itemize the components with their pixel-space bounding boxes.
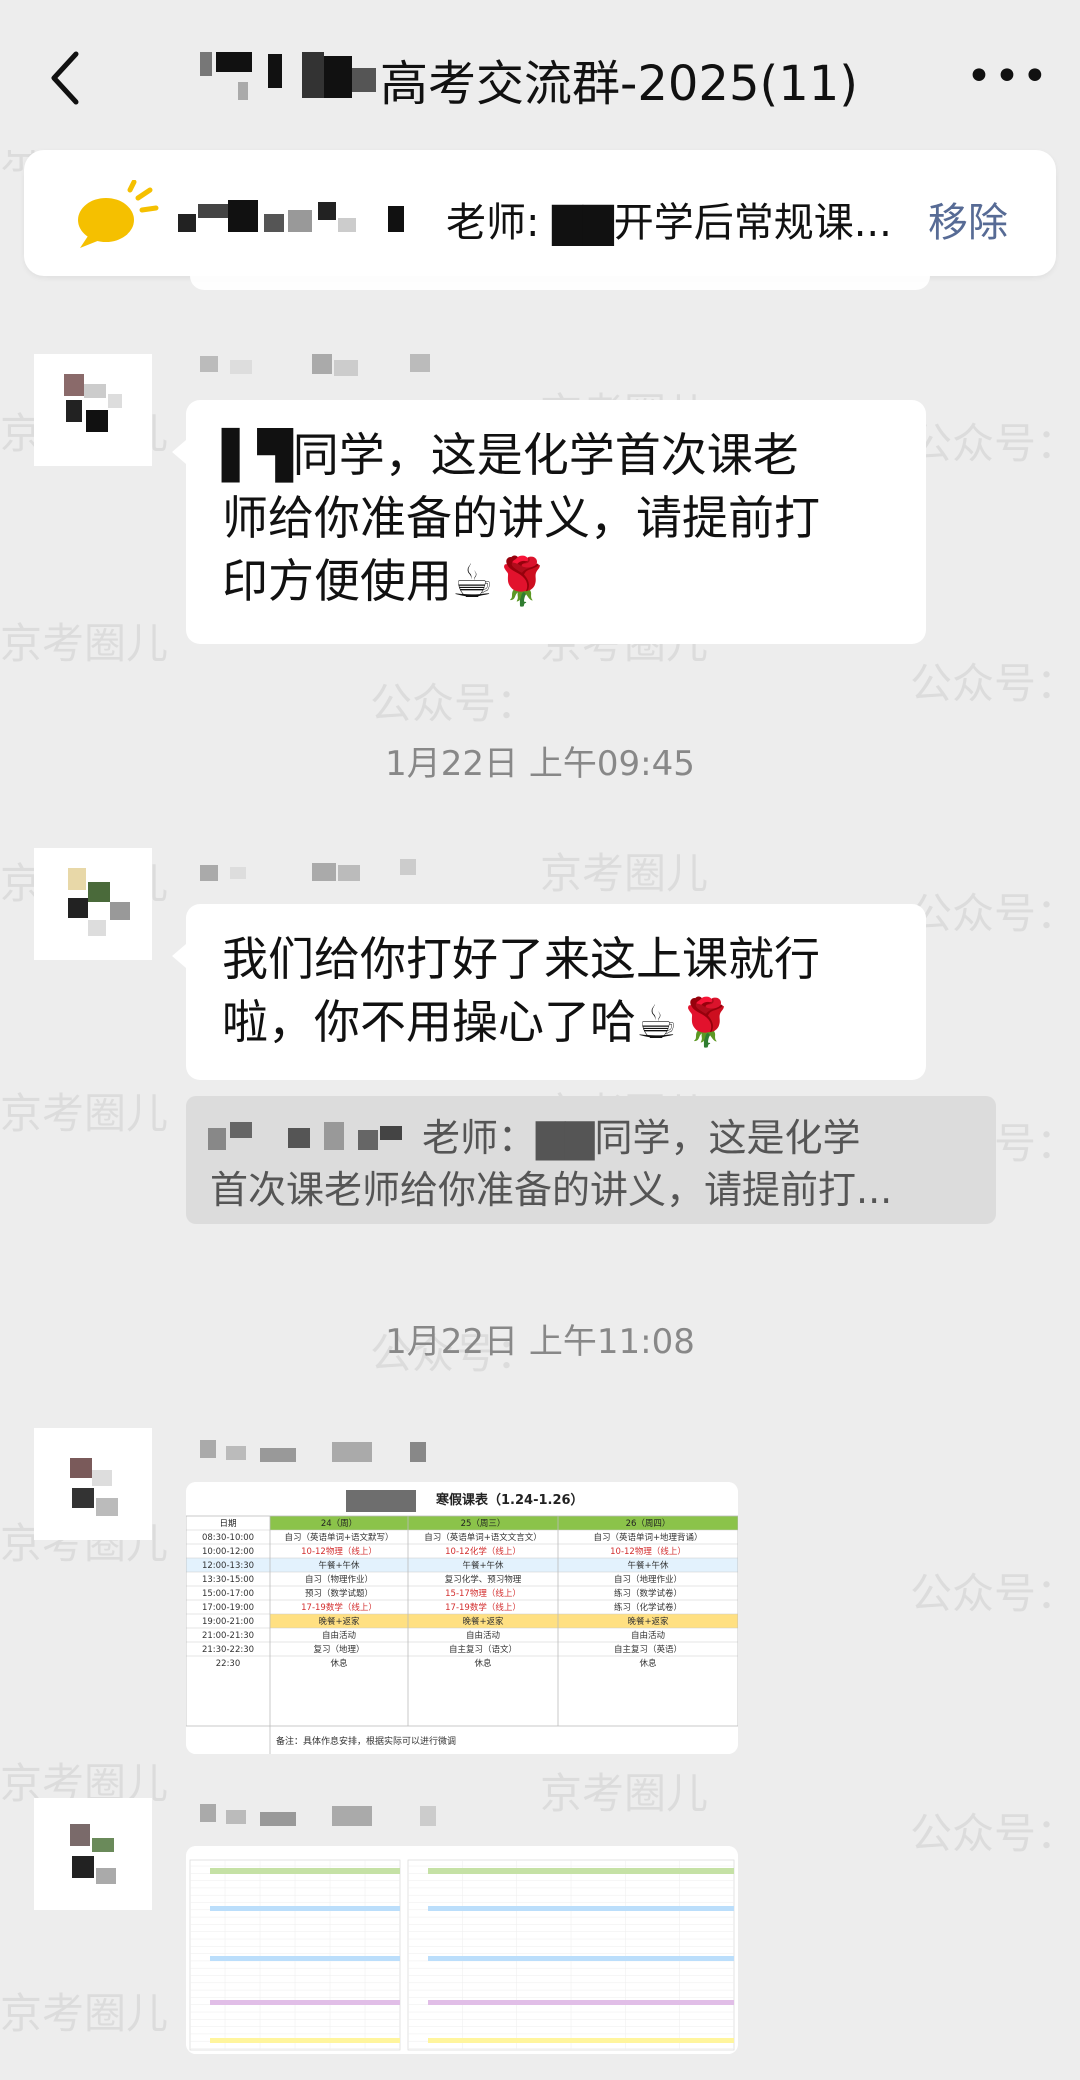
avatar[interactable]: [34, 354, 152, 466]
schedule-cell: 13:30-15:00: [202, 1575, 254, 1585]
watermark: 京考圈儿: [0, 1089, 169, 1138]
schedule-cell: 15-17物理（线上）: [445, 1588, 521, 1599]
timestamp: 1月22日 上午09:45: [385, 744, 695, 784]
watermark: 公众号：: [910, 659, 1079, 708]
schedule-note: 备注：具体作息安排，根据实际可以进行微调: [276, 1735, 456, 1747]
watermark: 公众号：: [370, 679, 539, 728]
schedule-cell: 08:30-10:00: [202, 1533, 254, 1543]
schedule-cell: 自习（英语单词+语文默写）: [284, 1532, 393, 1543]
redacted-name: [178, 200, 404, 232]
schedule-cell: 休息: [474, 1658, 492, 1669]
message-bubble[interactable]: 我们给你打好了来这上课就行 啦，你不用操心了哈☕🌹: [172, 904, 926, 1080]
sender-name: [200, 354, 430, 376]
schedule-cell: 12:00-13:30: [202, 1561, 254, 1571]
megaphone-icon: [78, 180, 159, 248]
pinned-stack-edge: [190, 276, 930, 290]
schedule-cell: 自由活动: [631, 1630, 666, 1641]
schedule-cell: 自习（地理作业）: [614, 1574, 682, 1585]
message-line: 师给你准备的讲义，请提前打: [222, 491, 820, 545]
schedule-cell: 17:00-19:00: [202, 1603, 254, 1613]
schedule-cell: 21:00-21:30: [202, 1631, 254, 1641]
watermark: 公众号：: [910, 1569, 1079, 1618]
schedule-cell: 21:30-22:30: [202, 1645, 254, 1655]
pinned-announcement[interactable]: 老师: ▇▇开学后常规课... 移除: [24, 150, 1056, 276]
schedule-cell: 自习（英语单词+语文文言文）: [424, 1532, 542, 1543]
watermark: 公众号：: [910, 889, 1079, 938]
avatar[interactable]: [34, 1428, 152, 1540]
schedule-cell: 午餐+午休: [462, 1560, 504, 1571]
schedule-cell: 午餐+午休: [627, 1560, 669, 1571]
watermark: 京考圈儿: [0, 1989, 169, 2038]
watermark: 京考圈儿: [0, 619, 169, 668]
message-line: 我们给你打好了来这上课就行: [222, 932, 820, 986]
schedule-grid-thumbnail: [186, 1846, 738, 2054]
schedule-cell: 22:30: [216, 1659, 241, 1669]
chat-header: 高考交流群-2025(11) •••: [0, 0, 1080, 150]
chat-title: 高考交流群-2025(11): [380, 56, 859, 112]
quote-line: 首次课老师给你准备的讲义，请提前打...: [210, 1168, 893, 1212]
schedule-cell: 24（周）: [321, 1518, 357, 1529]
schedule-cell: 自主复习（英语）: [614, 1644, 682, 1655]
avatar[interactable]: [34, 1798, 152, 1910]
schedule-cell: 10-12物理（线上）: [610, 1546, 686, 1557]
schedule-cell: 自由活动: [466, 1630, 501, 1641]
ellipsis-icon[interactable]: •••: [966, 55, 1050, 99]
watermark: 京考圈儿: [540, 849, 709, 898]
schedule-cell: 17-19数学（线上）: [445, 1602, 521, 1613]
redacted-name: [200, 52, 376, 100]
schedule-cell: 午餐+午休: [318, 1560, 360, 1571]
schedule-cell: 19:00-21:00: [202, 1617, 254, 1627]
schedule-title: 寒假课表（1.24-1.26）: [435, 1492, 584, 1508]
schedule-cell: 自由活动: [322, 1630, 357, 1641]
sender-name: [200, 859, 416, 881]
schedule-cell: 练习（化学试卷）: [614, 1602, 682, 1613]
schedule-cell: 复习化学、预习物理: [445, 1574, 522, 1585]
schedule-image[interactable]: 寒假课表（1.24-1.26） 日期 24（周） 25（周三） 26（周四） 08:30…: [186, 1482, 738, 1754]
schedule-cell: 25（周三）: [461, 1518, 506, 1529]
schedule-cell: 自习（英语单词+地理背诵）: [593, 1532, 702, 1543]
chevron-left-icon[interactable]: [42, 48, 92, 108]
schedule-cell: 自习（物理作业）: [305, 1574, 373, 1585]
schedule-cell: 晚餐+返家: [462, 1616, 504, 1627]
watermark: 公众号：: [910, 419, 1079, 468]
schedule-cell: 休息: [639, 1658, 657, 1669]
schedule-cell: 休息: [330, 1658, 348, 1669]
sender-name: [200, 1804, 436, 1826]
schedule-cell: 日期: [219, 1519, 236, 1529]
schedule-cell: 晚餐+返家: [318, 1616, 360, 1627]
sender-name: [200, 1440, 426, 1462]
pinned-text: 老师: ▇▇开学后常规课...: [446, 200, 892, 246]
schedule-table: 寒假课表（1.24-1.26） 日期 24（周） 25（周三） 26（周四） 08:30…: [186, 1482, 738, 1754]
quoted-message[interactable]: 老师：▇▇同学，这是化学 首次课老师给你准备的讲义，请提前打...: [186, 1096, 996, 1224]
schedule-cell: 10-12物理（线上）: [301, 1546, 377, 1557]
message-bubble[interactable]: ▌▜同学，这是化学首次课老 师给你准备的讲义，请提前打 印方便使用☕🌹: [172, 400, 926, 644]
watermark: 京考圈儿: [540, 1769, 709, 1818]
schedule-cell: 15:00-17:00: [202, 1589, 254, 1599]
schedule-cell: 10:00-12:00: [202, 1547, 254, 1557]
remove-button[interactable]: 移除: [928, 190, 1008, 248]
schedule-cell: 17-19数学（线上）: [301, 1602, 377, 1613]
schedule-cell: 26（周四）: [626, 1518, 671, 1529]
schedule-cell: 预习（数学试题）: [305, 1588, 373, 1599]
message-line: 印方便使用☕🌹: [222, 554, 551, 608]
redacted-name: [208, 1122, 402, 1150]
message-line: 啦，你不用操心了哈☕🌹: [222, 995, 735, 1049]
avatar[interactable]: [34, 848, 152, 960]
schedule-cell: 练习（数学试卷）: [614, 1588, 682, 1599]
schedule-cell: 晚餐+返家: [627, 1616, 669, 1627]
watermark: 公众号：: [910, 1809, 1079, 1858]
schedule-cell: 10-12化学（线上）: [445, 1546, 521, 1557]
schedule-cell: 复习（地理）: [313, 1644, 364, 1655]
timestamp: 1月22日 上午11:08: [385, 1322, 695, 1362]
message-line: ▌▜同学，这是化学首次课老: [222, 428, 799, 482]
schedule-image-thumbnail[interactable]: [186, 1846, 738, 2054]
schedule-cell: 自主复习（语文）: [449, 1644, 517, 1655]
